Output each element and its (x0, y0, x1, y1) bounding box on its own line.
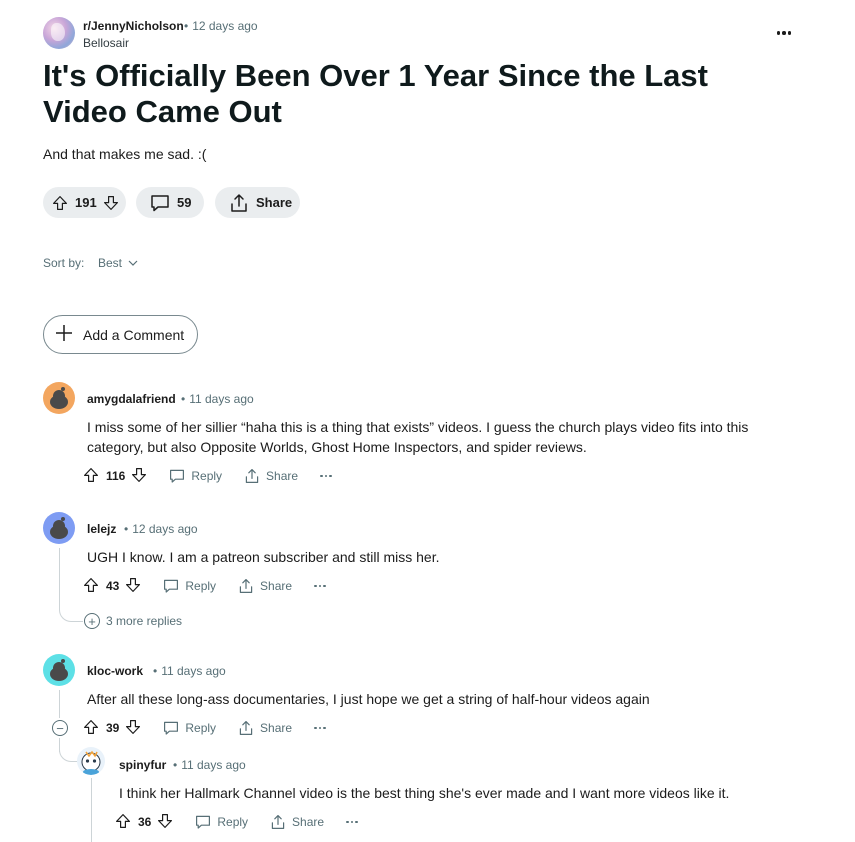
post-body: And that makes me sad. :( (43, 146, 207, 162)
share-button[interactable]: Share (244, 468, 298, 484)
upvote-icon[interactable] (52, 195, 68, 211)
collapse-icon[interactable]: − (52, 720, 68, 736)
downvote-icon[interactable] (103, 195, 119, 211)
post-author[interactable]: Bellosair (83, 36, 129, 50)
comment-actions: 43 Reply Share (83, 575, 326, 597)
more-replies-label: 3 more replies (106, 614, 183, 628)
comment-text: UGH I know. I am a patreon subscriber an… (87, 549, 440, 565)
vote-count: 43 (106, 579, 120, 593)
share-button[interactable]: Share (215, 187, 300, 218)
share-button[interactable]: Share (238, 720, 292, 736)
reply-icon (164, 579, 179, 593)
comment-age: • 11 days ago (153, 664, 226, 678)
share-icon (271, 815, 285, 829)
share-icon (239, 721, 253, 735)
thread-line[interactable] (91, 778, 92, 842)
sort-dropdown[interactable]: Best (98, 256, 138, 270)
comment-icon (150, 194, 170, 212)
thread-connector (59, 746, 79, 762)
comment-text: I think her Hallmark Channel video is th… (119, 785, 730, 801)
reply-button[interactable]: Reply (163, 720, 216, 736)
downvote-icon[interactable] (125, 577, 141, 596)
avatar[interactable] (43, 512, 75, 544)
more-replies-button[interactable]: + 3 more replies (84, 613, 182, 629)
comment-age: • 11 days ago (181, 392, 254, 406)
more-options-icon[interactable] (774, 26, 794, 40)
share-button[interactable]: Share (270, 814, 324, 830)
comment-count: 59 (177, 195, 192, 210)
post-age: • 12 days ago (184, 19, 258, 33)
more-options-icon[interactable] (346, 820, 358, 824)
share-icon (245, 469, 259, 483)
comment-username[interactable]: lelejz (87, 522, 116, 536)
post-vote-pill: 191 (43, 187, 126, 218)
share-label: Share (256, 195, 293, 210)
vote-count: 116 (106, 469, 126, 483)
downvote-icon[interactable] (131, 467, 147, 486)
post-title: It's Officially Been Over 1 Year Since t… (43, 58, 708, 129)
subreddit-link[interactable]: r/JennyNicholson (83, 19, 184, 33)
subreddit-avatar[interactable] (43, 17, 75, 49)
reply-icon (196, 815, 211, 829)
more-options-icon[interactable] (314, 584, 326, 588)
comment-age: • 11 days ago (173, 758, 246, 772)
comment-username[interactable]: spinyfur (119, 758, 166, 772)
avatar[interactable] (43, 654, 75, 686)
expand-icon: + (84, 613, 100, 629)
more-options-icon[interactable] (320, 474, 332, 478)
vote-count: 36 (138, 815, 152, 829)
comment-username[interactable]: kloc-work (87, 664, 143, 678)
reply-icon (164, 721, 179, 735)
share-button[interactable]: Share (238, 578, 292, 594)
plus-icon (55, 324, 73, 345)
comments-button[interactable]: 59 (136, 187, 204, 218)
add-comment-label: Add a Comment (83, 326, 185, 343)
reply-button[interactable]: Reply (163, 578, 216, 594)
thread-line[interactable] (59, 690, 60, 718)
comment-text: After all these long-ass documentaries, … (87, 691, 650, 707)
comment-age: • 12 days ago (124, 522, 198, 536)
share-icon (239, 579, 253, 593)
more-options-icon[interactable] (314, 726, 326, 730)
share-icon (229, 193, 249, 213)
upvote-icon[interactable] (115, 813, 131, 832)
upvote-icon[interactable] (83, 577, 99, 596)
reply-button[interactable]: Reply (169, 468, 222, 484)
avatar[interactable] (77, 747, 105, 775)
reply-button[interactable]: Reply (195, 814, 248, 830)
sort-value: Best (98, 256, 123, 270)
comment-actions: 39 Reply Share (83, 717, 326, 739)
upvote-icon[interactable] (83, 467, 99, 486)
reply-icon (170, 469, 185, 483)
add-comment-button[interactable]: Add a Comment (43, 315, 198, 354)
thread-connector (59, 604, 83, 622)
post-vote-count: 191 (75, 195, 97, 210)
downvote-icon[interactable] (125, 719, 141, 738)
comment-actions: 36 Reply Share (115, 811, 358, 833)
comment-text: I miss some of her sillier “haha this is… (87, 419, 749, 455)
thread-line[interactable] (59, 548, 60, 610)
chevron-down-icon (128, 256, 138, 270)
sort-label: Sort by: (43, 256, 85, 270)
avatar[interactable] (43, 382, 75, 414)
comment-actions: 116 Reply Share (83, 465, 332, 487)
vote-count: 39 (106, 721, 120, 735)
downvote-icon[interactable] (157, 813, 173, 832)
comment-username[interactable]: amygdalafriend (87, 392, 176, 406)
upvote-icon[interactable] (83, 719, 99, 738)
